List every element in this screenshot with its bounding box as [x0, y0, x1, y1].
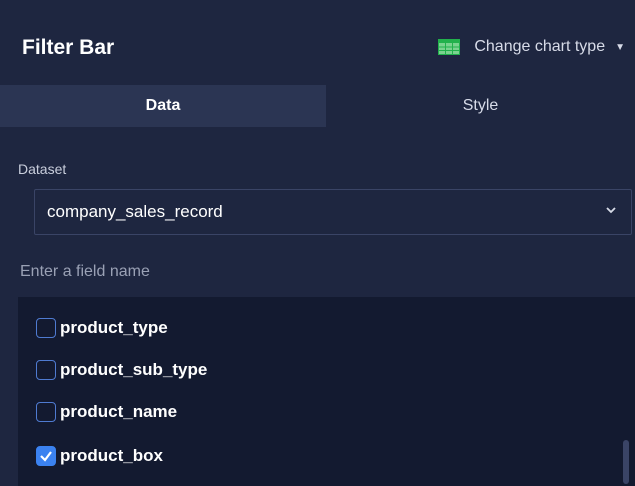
checkmark-icon	[40, 451, 52, 462]
field-item[interactable]: product_name	[18, 397, 618, 427]
panel-header: Filter Bar Change chart type ▼	[0, 0, 635, 85]
field-search-input[interactable]	[20, 253, 632, 291]
dataset-selected-value: company_sales_record	[47, 202, 223, 221]
change-chart-type-button[interactable]: Change chart type ▼	[438, 38, 625, 56]
field-name: product_sub_type	[60, 360, 208, 379]
tab-style[interactable]: Style	[326, 85, 635, 127]
change-chart-type-label: Change chart type	[474, 38, 606, 55]
field-list-scrollbar[interactable]	[623, 440, 629, 484]
field-list: product_type product_sub_type product_na…	[18, 297, 635, 486]
dataset-label: Dataset	[18, 161, 67, 177]
table-grid-icon	[438, 39, 461, 55]
checkbox[interactable]	[36, 318, 56, 338]
tab-bar: Data Style	[0, 85, 635, 127]
field-name: product_type	[60, 318, 168, 337]
checkbox[interactable]	[36, 402, 56, 422]
field-item[interactable]: product_sub_type	[18, 355, 618, 385]
field-item[interactable]: product_box	[18, 441, 618, 471]
tab-data[interactable]: Data	[0, 85, 326, 127]
field-item[interactable]: product_type	[18, 313, 618, 343]
field-name: product_box	[60, 446, 163, 465]
dataset-section: Dataset company_sales_record	[0, 127, 635, 297]
dataset-select[interactable]: company_sales_record	[34, 189, 632, 235]
panel-title: Filter Bar	[22, 36, 115, 59]
checkbox-checked[interactable]	[36, 446, 56, 466]
chevron-down-icon	[605, 204, 617, 219]
field-name: product_name	[60, 402, 178, 421]
checkbox[interactable]	[36, 360, 56, 380]
caret-down-icon: ▼	[615, 41, 625, 53]
